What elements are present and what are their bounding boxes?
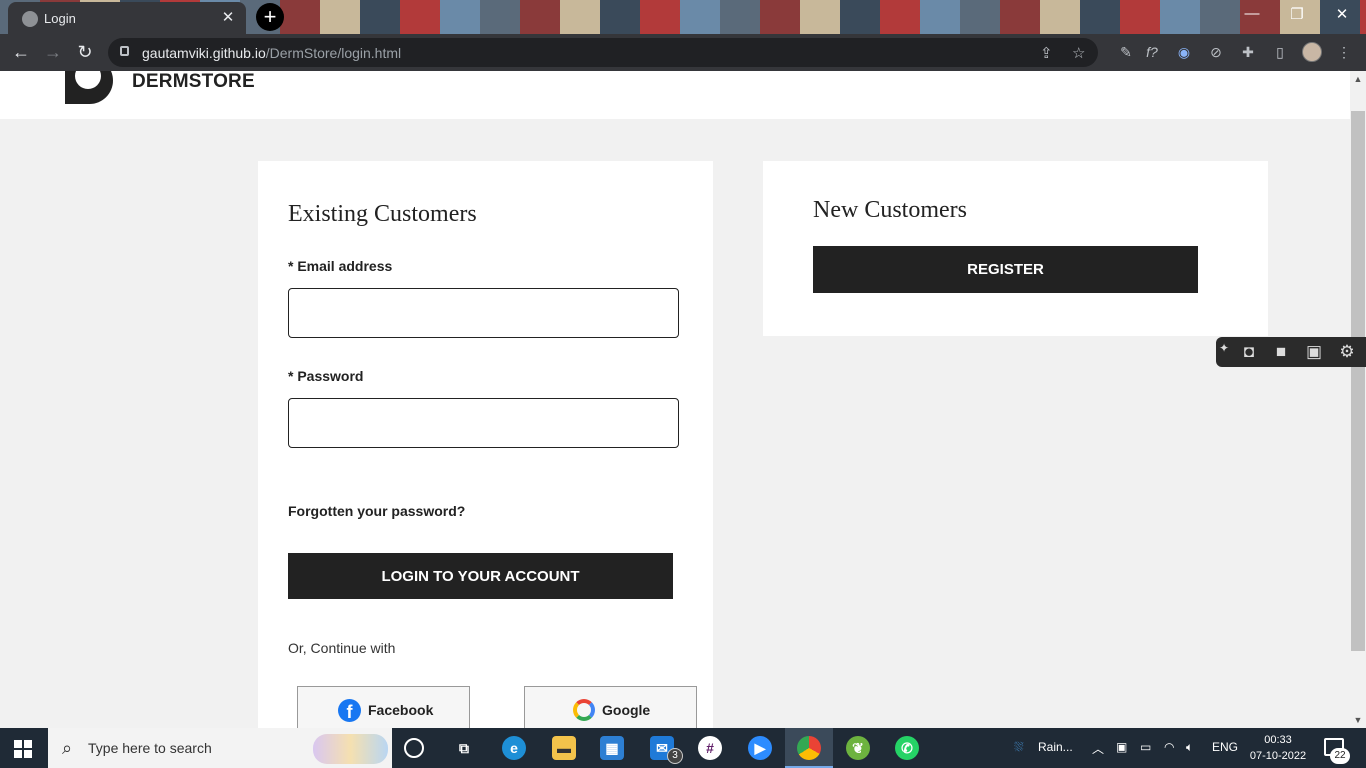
site-header: DERMSTORE xyxy=(0,71,1350,119)
search-icon: ⌕ xyxy=(62,738,73,758)
password-label: * Password xyxy=(288,368,364,384)
meet-now-icon[interactable]: ▣ xyxy=(1116,740,1127,754)
bookmark-star-icon[interactable]: ☆ xyxy=(1072,44,1085,62)
extensions-puzzle-icon[interactable]: ✚ xyxy=(1238,42,1258,62)
address-bar[interactable]: gautamviki.github.io/DermStore/login.htm… xyxy=(108,38,1098,67)
page-scrollbar[interactable]: ▲ ▼ xyxy=(1350,71,1366,728)
clock-date: 07-10-2022 xyxy=(1249,750,1307,762)
volume-icon[interactable]: 🔈︎ xyxy=(1186,740,1193,755)
new-tab-button[interactable]: + xyxy=(256,3,284,31)
login-button[interactable]: LOGIN TO YOUR ACCOUNT xyxy=(288,553,673,599)
extension-pen-icon[interactable]: ✎ xyxy=(1116,42,1136,62)
chrome-icon[interactable] xyxy=(797,736,821,760)
menu-kebab-icon[interactable]: ⋮ xyxy=(1334,42,1354,62)
dermstore-logo[interactable] xyxy=(65,71,113,104)
gear-icon[interactable]: ⚙ xyxy=(1334,341,1360,363)
taskbar-clock[interactable]: 00:33 07-10-2022 xyxy=(1248,732,1308,764)
tab-close-button[interactable]: ✕ xyxy=(218,8,238,26)
task-view-icon[interactable]: ⧉ xyxy=(452,736,476,760)
slack-icon[interactable]: # xyxy=(698,736,722,760)
email-label: * Email address xyxy=(288,258,393,274)
taskbar-search-box[interactable]: ⌕ Type here to search xyxy=(48,728,392,768)
extension-formula-icon[interactable]: f? xyxy=(1142,42,1162,62)
whatsapp-icon[interactable]: ✆ xyxy=(895,736,919,760)
continue-with-text: Or, Continue with xyxy=(288,640,396,656)
spring-tool-icon[interactable]: ❦ xyxy=(846,736,870,760)
browser-toolbar: ← → ↻ gautamviki.github.io/DermStore/log… xyxy=(0,34,1366,71)
chevron-up-icon[interactable]: ︿ xyxy=(1092,740,1104,757)
register-button[interactable]: REGISTER xyxy=(813,246,1198,293)
globe-icon xyxy=(22,11,38,27)
facebook-label: Facebook xyxy=(368,702,434,718)
windows-taskbar: ⌕ Type here to search ⧉ e ▬ ▦ ✉ 3 # ▶ ❦ … xyxy=(0,728,1366,768)
side-panel-icon[interactable]: ▯ xyxy=(1270,42,1290,62)
wifi-icon[interactable]: ◠ xyxy=(1164,740,1174,754)
close-window-button[interactable]: ✕ xyxy=(1327,5,1357,23)
cortana-icon[interactable] xyxy=(404,738,424,758)
search-highlight-image[interactable] xyxy=(313,734,388,764)
file-explorer-icon[interactable]: ▬ xyxy=(552,736,576,760)
brand-name[interactable]: DERMSTORE xyxy=(132,71,255,93)
notification-badge: 22 xyxy=(1330,748,1350,764)
new-customers-title: New Customers xyxy=(813,197,967,223)
gallery-icon[interactable]: ▣ xyxy=(1301,341,1327,363)
back-arrow-icon[interactable]: ← xyxy=(8,40,34,66)
reload-icon[interactable]: ↻ xyxy=(72,40,98,66)
forgot-password-link[interactable]: Forgotten your password? xyxy=(288,503,465,519)
facebook-icon: f xyxy=(338,699,361,722)
password-field[interactable] xyxy=(288,398,679,448)
edge-browser-icon[interactable]: e xyxy=(502,736,526,760)
share-icon[interactable]: ⇪ xyxy=(1040,44,1053,62)
page-viewport: DERMSTORE Existing Customers * Email add… xyxy=(0,71,1350,728)
video-camera-icon[interactable]: ■ xyxy=(1268,341,1294,363)
minimize-button[interactable]: — xyxy=(1237,5,1267,22)
profile-avatar[interactable] xyxy=(1302,42,1322,62)
mail-badge: 3 xyxy=(667,748,683,764)
lock-icon[interactable] xyxy=(120,46,129,56)
search-placeholder: Type here to search xyxy=(88,740,212,756)
scroll-thumb[interactable] xyxy=(1351,111,1365,651)
language-indicator[interactable]: ENG xyxy=(1212,740,1238,754)
browser-tab-strip: Login ✕ + — ❐ ✕ xyxy=(0,0,1366,34)
battery-icon[interactable]: ▭ xyxy=(1140,740,1151,754)
new-customers-card: New Customers REGISTER xyxy=(763,161,1268,336)
clock-time: 00:33 xyxy=(1264,734,1292,746)
url-text[interactable]: gautamviki.github.io/DermStore/login.htm… xyxy=(142,45,401,61)
google-icon xyxy=(573,699,595,721)
extension-compass-icon[interactable]: ⊘ xyxy=(1206,42,1226,62)
windows-start-icon[interactable] xyxy=(14,740,32,758)
tab-title: Login xyxy=(44,11,76,26)
scroll-up-arrow-icon[interactable]: ▲ xyxy=(1350,71,1366,87)
camera-icon[interactable]: ◘ xyxy=(1236,341,1262,363)
existing-customers-card: Existing Customers * Email address * Pas… xyxy=(258,161,713,728)
extension-capture-icon[interactable]: ◉ xyxy=(1174,42,1194,62)
weather-icon[interactable]: ⛆ xyxy=(1014,740,1024,755)
scroll-down-arrow-icon[interactable]: ▼ xyxy=(1350,712,1366,728)
email-field[interactable] xyxy=(288,288,679,338)
zoom-icon[interactable]: ▶ xyxy=(748,736,772,760)
pin-icon[interactable]: ✦ xyxy=(1218,337,1230,359)
maximize-button[interactable]: ❐ xyxy=(1282,5,1312,23)
microsoft-store-icon[interactable]: ▦ xyxy=(600,736,624,760)
weather-text[interactable]: Rain... xyxy=(1038,740,1073,754)
browser-tab[interactable]: Login ✕ xyxy=(8,2,246,34)
google-label: Google xyxy=(602,702,651,718)
forward-arrow-icon[interactable]: → xyxy=(40,40,66,66)
facebook-login-button[interactable]: f Facebook xyxy=(297,686,470,728)
capture-toolbar: ✦ ◘ ■ ▣ ⚙ xyxy=(1216,337,1366,367)
google-login-button[interactable]: Google xyxy=(524,686,697,728)
existing-customers-title: Existing Customers xyxy=(288,201,477,227)
